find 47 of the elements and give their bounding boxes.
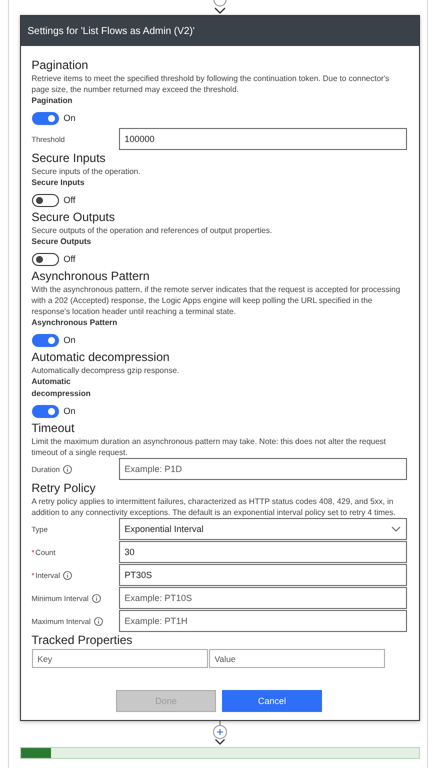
input-field[interactable]: Example: PT1H — [118, 610, 406, 632]
input-field[interactable]: 100000 — [118, 128, 406, 150]
section-description: Limit the maximum duration an asynchronous pattern may take. Note: this does not alter the request timeout of a single request. — [32, 436, 387, 458]
section-title: Pagination — [32, 58, 90, 73]
toggle-switch[interactable] — [32, 252, 58, 266]
input-field[interactable]: Example: P1D — [118, 458, 406, 480]
value-field[interactable]: Value — [208, 649, 384, 668]
toggle-state: On — [64, 335, 76, 345]
info-icon[interactable] — [94, 616, 103, 626]
key-field[interactable]: Key — [32, 649, 208, 668]
section-description: A retry policy applies to intermittent failures, characterized as HTTP status codes 408, 429, and 5xx, in addition to any connectivity exceptions. The default is an exponential interval policy set to retry 4 times. — [32, 496, 397, 518]
section-title: Secure Inputs — [32, 151, 107, 166]
toggle-switch[interactable] — [32, 194, 58, 206]
toggle-switch[interactable] — [32, 112, 58, 124]
toggle-state: On — [64, 113, 76, 123]
info-icon[interactable] — [92, 594, 101, 602]
toggle-label: Secure Outputs — [32, 236, 92, 248]
input-field[interactable]: Example: PT10S — [118, 587, 406, 609]
input-field[interactable]: PT30S — [118, 564, 406, 586]
section-title: Asynchronous Pattern — [32, 269, 151, 284]
info-icon[interactable] — [63, 570, 72, 580]
section-title: Retry Policy — [32, 481, 97, 496]
section-description: Retrieve items to meet the specified threshold by following the continuation token. Due to connector's page size, the number returned may exceed the threshold. — [32, 73, 390, 95]
section-description: With the asynchronous pattern, if the remote server indicates that the request is accepted for processing with a 202 (Accepted) response, the Logic Apps engine will keep polling the URL specified in the response's location header until reaching a terminal state. — [32, 284, 402, 317]
section-description: Secure inputs of the operation. — [32, 166, 142, 177]
toggle-label: Secure Inputs — [32, 177, 86, 189]
section-title: Secure Outputs — [32, 210, 116, 225]
dialog-title: Settings for 'List Flows as Admin (V2)' — [28, 26, 195, 36]
input-field[interactable]: 30 — [118, 541, 406, 563]
toggle-switch[interactable] — [32, 334, 58, 346]
chevron-down-icon — [390, 526, 400, 532]
section-title: Automatic decompression — [32, 350, 171, 365]
action-card[interactable] — [20, 747, 420, 759]
toggle-label: Automatic decompression — [32, 376, 92, 400]
toggle-label: Pagination — [32, 95, 74, 107]
toggle-state: Off — [64, 195, 76, 205]
section-description: Automatically decompress gzip response. — [32, 365, 180, 376]
type-dropdown[interactable]: Exponential Interval — [118, 518, 406, 540]
toggle-label: Asynchronous Pattern — [32, 317, 118, 329]
section-title: Tracked Properties — [32, 633, 134, 648]
section-title: Timeout — [32, 421, 76, 436]
toggle-state: On — [64, 406, 76, 416]
toggle-switch[interactable] — [32, 404, 58, 418]
section-description: Secure outputs of the operation and references of output properties. — [32, 225, 274, 236]
toggle-state: Off — [64, 254, 76, 264]
info-icon[interactable] — [62, 464, 72, 474]
dialog-button[interactable]: Cancel — [222, 690, 322, 712]
